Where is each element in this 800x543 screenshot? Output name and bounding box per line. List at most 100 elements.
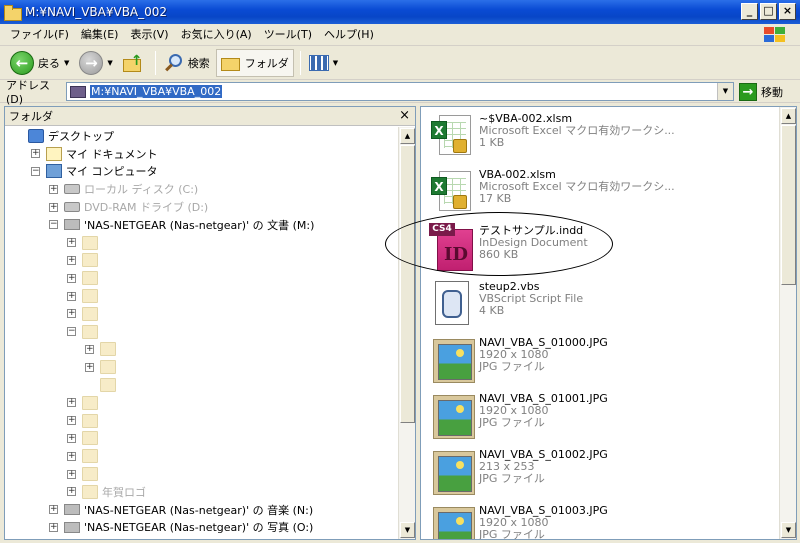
tree-item[interactable]: + (5, 287, 399, 305)
tree-item[interactable]: + 'NAS-NETGEAR (Nas-netgear)' の 音楽 (N:) (5, 501, 399, 519)
file-item[interactable]: NAVI_VBA_S_01001.JPG 1920 x 1080 JPG ファイル (427, 391, 777, 443)
expand-icon[interactable]: + (67, 238, 76, 248)
scroll-up-button[interactable]: ▲ (781, 108, 796, 124)
vbscript-file-icon (427, 279, 473, 327)
maximize-button[interactable]: □ (760, 3, 777, 20)
tree-item[interactable]: − (5, 323, 399, 341)
scroll-up-button[interactable]: ▲ (400, 128, 415, 144)
expand-icon[interactable]: + (85, 344, 94, 354)
image-file-icon (427, 503, 475, 539)
tree-item-label: 'NAS-NETGEAR (Nas-netgear)' の 音楽 (N:) (84, 503, 314, 517)
address-label: アドレス(D) (6, 79, 50, 106)
tree-item[interactable]: + (5, 430, 399, 448)
expand-icon[interactable]: + (67, 469, 76, 479)
tree-item[interactable]: + (5, 252, 399, 270)
tree-item[interactable]: + (5, 358, 399, 376)
close-icon[interactable]: × (399, 108, 410, 123)
tree-item[interactable]: + (5, 305, 399, 323)
address-input[interactable]: M:¥NAVI_VBA¥VBA_002 ▼ (66, 82, 734, 101)
file-item[interactable]: ID CS4 テストサンプル.indd InDesign Document 860 KB (427, 223, 777, 275)
expand-icon[interactable]: + (85, 362, 94, 372)
tree-item[interactable]: + マイ ドキュメント (5, 145, 399, 163)
address-bar: アドレス(D) M:¥NAVI_VBA¥VBA_002 ▼ → 移動 (0, 79, 800, 106)
tree-item[interactable]: + (5, 234, 399, 252)
views-icon (308, 55, 329, 71)
address-dropdown-button[interactable]: ▼ (717, 83, 733, 100)
tree-item-label: 'NAS-NETGEAR (Nas-netgear)' の 動画 (P:) (84, 537, 312, 539)
tree-item[interactable]: + (5, 269, 399, 287)
folders-button[interactable]: フォルダ (215, 49, 294, 77)
expand-icon[interactable]: + (67, 309, 76, 319)
windows-logo-icon (762, 26, 788, 44)
views-button[interactable]: ▼ (305, 49, 342, 77)
search-button[interactable]: 検索 (160, 49, 214, 77)
tree-item[interactable]: + (5, 465, 399, 483)
scroll-down-button[interactable]: ▼ (781, 522, 796, 538)
expand-icon[interactable]: + (67, 273, 76, 283)
file-item[interactable]: steup2.vbs VBScript Script File 4 KB (427, 279, 777, 331)
up-folder-icon: ↑ (122, 53, 145, 73)
forward-button[interactable]: → ▼ (75, 49, 116, 77)
expand-icon[interactable]: + (49, 522, 58, 532)
expand-icon[interactable]: + (49, 505, 58, 515)
expand-icon[interactable]: + (67, 255, 76, 265)
window-controls: _ □ × (741, 3, 796, 20)
close-button[interactable]: × (779, 3, 796, 20)
menu-favorites[interactable]: お気に入り(A) (175, 25, 258, 45)
expand-icon[interactable]: + (67, 416, 76, 426)
menu-edit[interactable]: 編集(E) (75, 25, 125, 45)
menu-view[interactable]: 表示(V) (124, 25, 174, 45)
tree-item[interactable]: + (5, 447, 399, 465)
menu-tools[interactable]: ツール(T) (258, 25, 318, 45)
menu-help[interactable]: ヘルプ(H) (318, 25, 380, 45)
image-file-icon (427, 335, 475, 383)
forward-arrow-icon: → (79, 51, 104, 75)
tree-item[interactable]: + 年賀ロゴ (5, 483, 399, 501)
tree-item[interactable] (5, 376, 399, 394)
folder-icon (82, 413, 98, 428)
tree-item[interactable]: デスクトップ (5, 127, 399, 145)
expand-icon[interactable]: + (49, 202, 58, 212)
go-button[interactable]: → 移動 (739, 83, 783, 101)
tree-item[interactable]: + (5, 412, 399, 430)
title-bar[interactable]: M:¥NAVI_VBA¥VBA_002 _ □ × (0, 0, 800, 24)
file-item[interactable]: NAVI_VBA_S_01003.JPG 1920 x 1080 JPG ファイル (427, 503, 777, 539)
folder-pane-scrollbar[interactable]: ▲ ▼ (398, 127, 415, 539)
file-meta: VBA-002.xlsm Microsoft Excel マクロ有効ワークシ...… (479, 167, 675, 219)
file-meta: steup2.vbs VBScript Script File 4 KB (479, 279, 583, 331)
file-item[interactable]: NAVI_VBA_S_01002.JPG 213 x 253 JPG ファイル (427, 447, 777, 499)
tree-item[interactable]: + (5, 394, 399, 412)
file-item[interactable]: X VBA-002.xlsm Microsoft Excel マクロ有効ワークシ..… (427, 167, 777, 219)
tree-item[interactable]: + DVD-RAM ドライブ (D:) (5, 198, 399, 216)
collapse-icon[interactable]: − (67, 327, 76, 337)
expand-icon[interactable]: + (67, 451, 76, 461)
expand-icon[interactable]: + (67, 398, 76, 408)
file-pane-scrollbar[interactable]: ▲ ▼ (779, 107, 796, 539)
chevron-down-icon[interactable]: ▼ (107, 59, 112, 67)
scroll-thumb[interactable] (781, 125, 796, 285)
collapse-icon[interactable]: − (31, 166, 40, 176)
file-item[interactable]: NAVI_VBA_S_01000.JPG 1920 x 1080 JPG ファイル (427, 335, 777, 387)
expand-icon[interactable]: + (49, 184, 58, 194)
address-value[interactable]: M:¥NAVI_VBA¥VBA_002 (90, 85, 223, 98)
tree-item[interactable]: + ローカル ディスク (C:) (5, 180, 399, 198)
expand-icon[interactable]: + (67, 291, 76, 301)
up-folder-button[interactable]: ↑ (119, 49, 149, 77)
tree-item[interactable]: − 'NAS-NETGEAR (Nas-netgear)' の 文書 (M:) (5, 216, 399, 234)
tree-item[interactable]: + (5, 341, 399, 359)
scroll-thumb[interactable] (400, 145, 415, 423)
back-button[interactable]: ← 戻る ▼ (6, 49, 73, 77)
collapse-icon[interactable]: − (49, 220, 58, 230)
expand-icon[interactable]: + (67, 433, 76, 443)
menu-file[interactable]: ファイル(F) (4, 25, 75, 45)
chevron-down-icon[interactable]: ▼ (64, 59, 69, 67)
tree-item[interactable]: + 'NAS-NETGEAR (Nas-netgear)' の 写真 (O:) (5, 519, 399, 537)
minimize-button[interactable]: _ (741, 3, 758, 20)
tree-item[interactable]: − マイ コンピュータ (5, 163, 399, 181)
expand-icon[interactable]: + (67, 487, 76, 497)
file-item[interactable]: X ~$VBA-002.xlsm Microsoft Excel マクロ有効ワークシ… (427, 111, 777, 163)
scroll-down-button[interactable]: ▼ (400, 522, 415, 538)
chevron-down-icon[interactable]: ▼ (333, 59, 338, 67)
expand-icon[interactable]: + (31, 149, 40, 159)
tree-item[interactable]: +'NAS-NETGEAR (Nas-netgear)' の 動画 (P:) (5, 536, 399, 539)
